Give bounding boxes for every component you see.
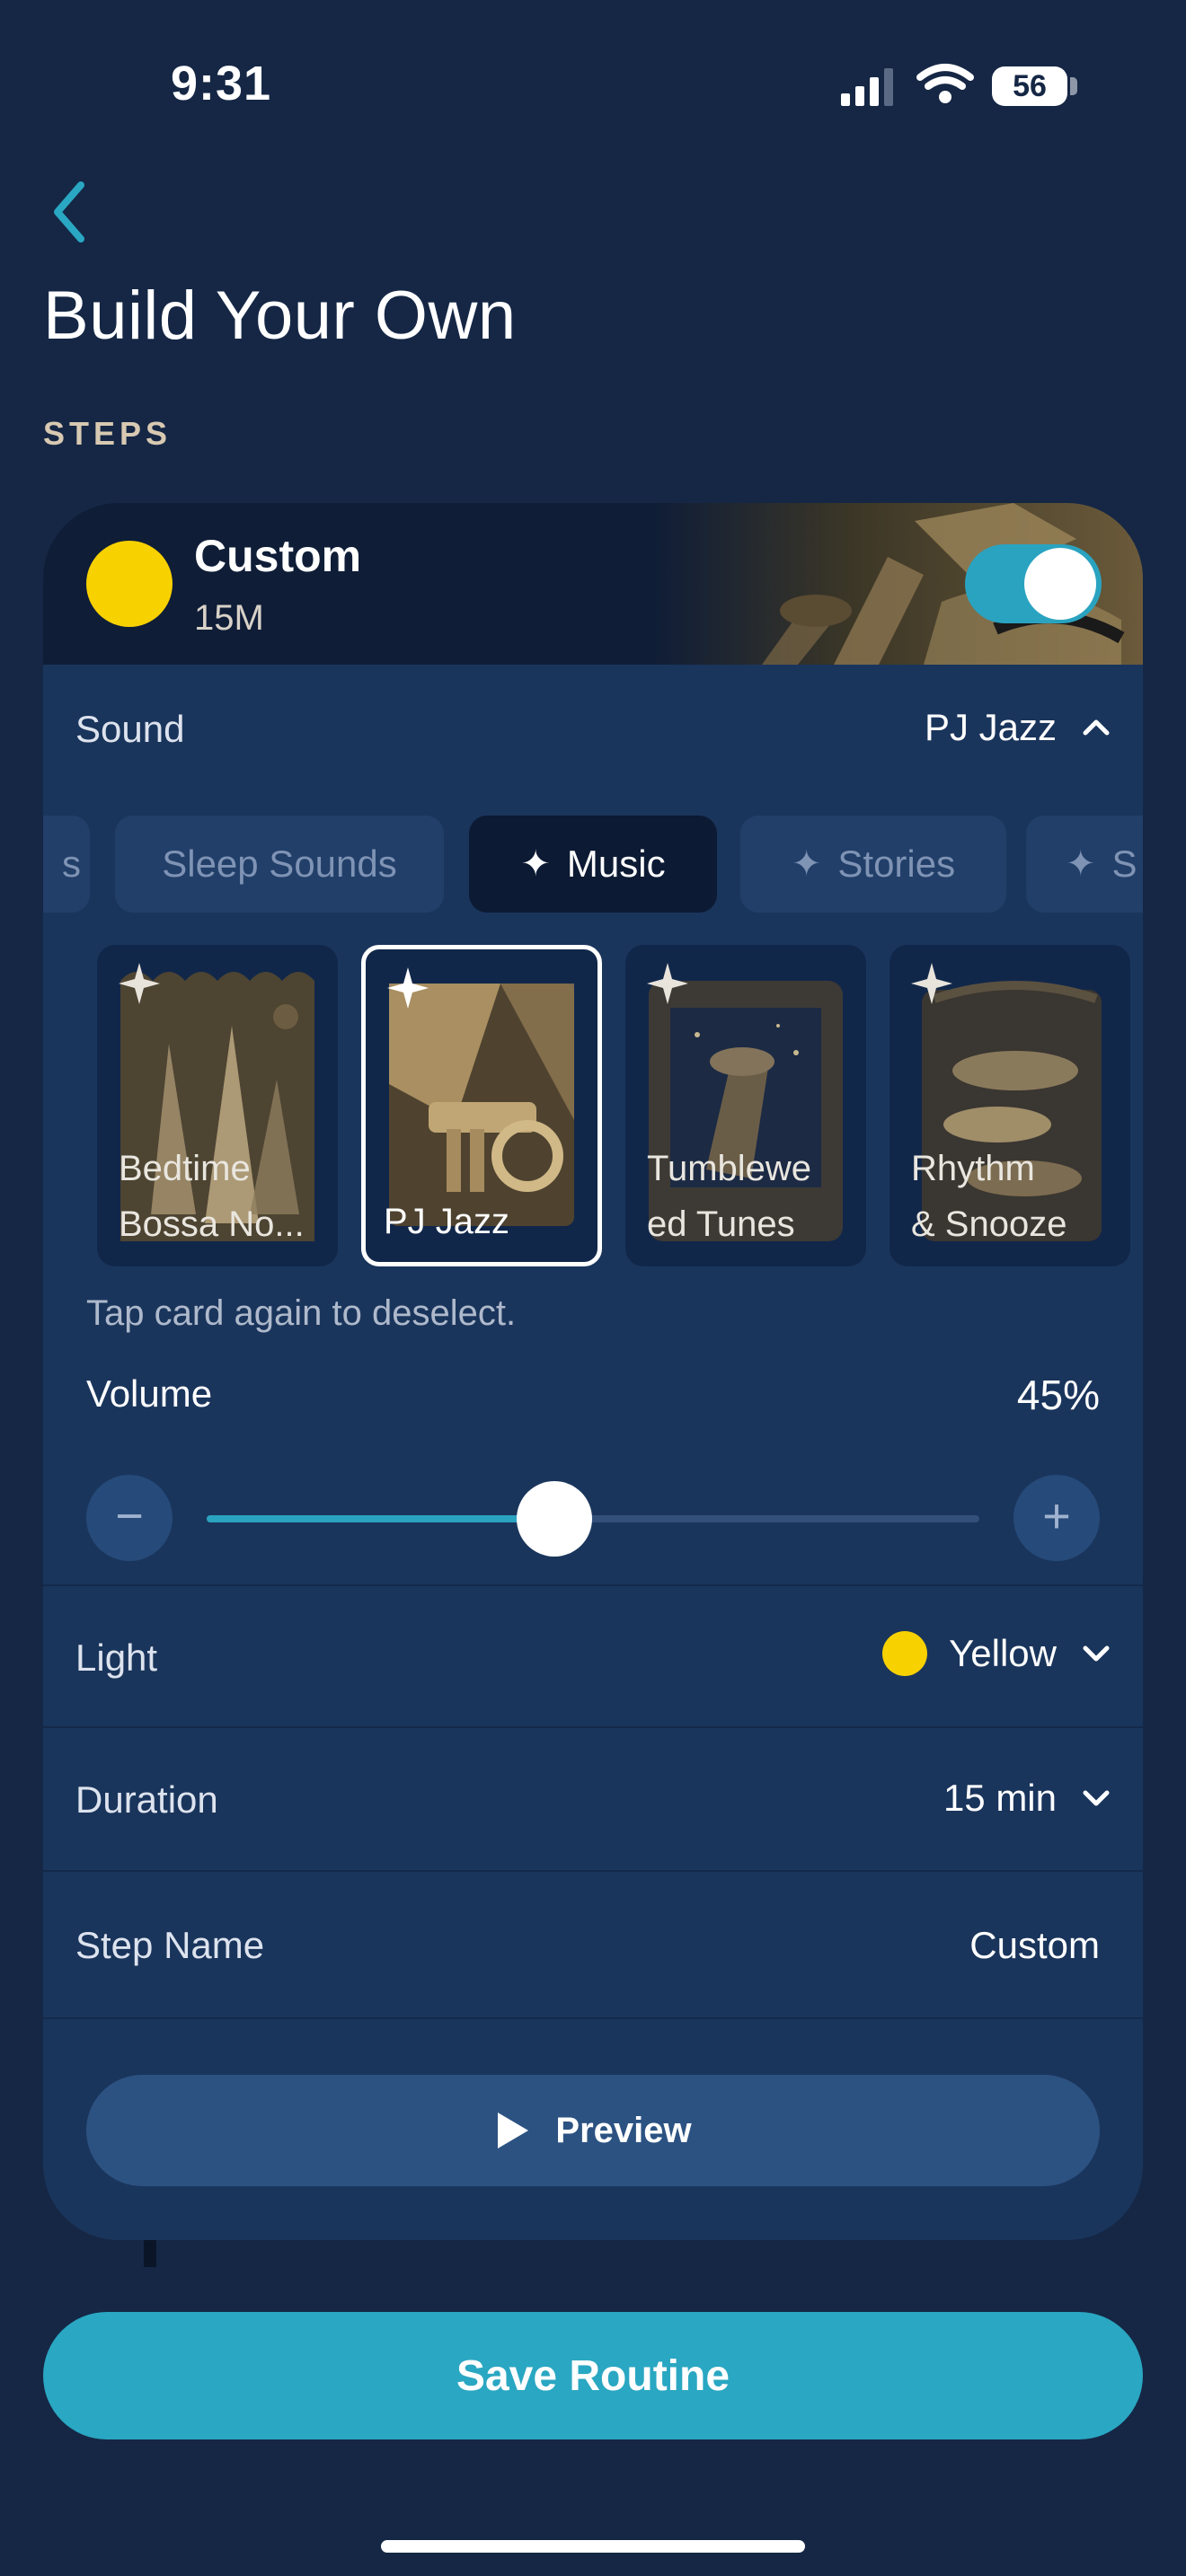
step-duration-short: 15M bbox=[194, 598, 264, 638]
section-label-steps: STEPS bbox=[43, 415, 173, 452]
play-icon bbox=[498, 2113, 529, 2148]
timeline-connector bbox=[144, 2240, 156, 2267]
duration-value: 15 min bbox=[943, 1777, 1057, 1819]
volume-value: 45% bbox=[1016, 1372, 1100, 1418]
chip-label: Music bbox=[566, 842, 666, 885]
category-chip-stories[interactable]: ✦ Stories bbox=[740, 816, 1006, 913]
sound-label: Sound bbox=[75, 708, 185, 750]
light-color-swatch bbox=[882, 1631, 928, 1676]
sparkle-icon bbox=[387, 967, 429, 1009]
volume-increase-button[interactable]: + bbox=[1013, 1475, 1100, 1561]
track-tile-pj-jazz[interactable]: PJ Jazz bbox=[361, 945, 602, 1266]
step-name-value[interactable]: Custom bbox=[969, 1924, 1100, 1967]
track-tile-tumbleweed-tunes[interactable]: Tumblewe ed Tunes bbox=[625, 945, 866, 1266]
category-chip-sleep-sounds[interactable]: Sleep Sounds bbox=[115, 816, 444, 913]
divider bbox=[43, 2017, 1143, 2019]
chevron-up-icon bbox=[1083, 719, 1110, 736]
save-routine-button[interactable]: Save Routine bbox=[43, 2312, 1143, 2439]
sparkle-icon bbox=[911, 963, 952, 1004]
back-button[interactable] bbox=[45, 176, 108, 248]
track-tile-bedtime-bossa-nova[interactable]: Bedtime Bossa No... bbox=[97, 945, 338, 1266]
divider bbox=[43, 1870, 1143, 1872]
battery-tip bbox=[1070, 77, 1077, 95]
chip-label: S bbox=[1111, 842, 1137, 885]
page-title: Build Your Own bbox=[43, 278, 517, 354]
sparkle-icon: ✦ bbox=[791, 844, 822, 884]
step-card: Custom 15M Sound PJ Jazz s Sleep Sounds … bbox=[43, 503, 1143, 2240]
chevron-down-icon bbox=[1083, 1790, 1110, 1806]
volume-slider-thumb[interactable] bbox=[517, 1481, 592, 1557]
step-title: Custom bbox=[194, 531, 362, 581]
light-value: Yellow bbox=[949, 1632, 1057, 1674]
light-selector[interactable]: Yellow bbox=[882, 1631, 1114, 1676]
volume-decrease-button[interactable]: − bbox=[86, 1475, 173, 1561]
volume-slider[interactable] bbox=[207, 1481, 979, 1557]
preview-button[interactable]: Preview bbox=[86, 2075, 1100, 2186]
status-time: 9:31 bbox=[171, 57, 272, 110]
sun-icon bbox=[86, 541, 173, 627]
category-chip-next[interactable]: ✦ S bbox=[1026, 816, 1143, 913]
step-name-label: Step Name bbox=[75, 1924, 265, 1966]
duration-label: Duration bbox=[75, 1778, 218, 1821]
chip-label: s bbox=[62, 842, 81, 885]
track-title: PJ Jazz bbox=[384, 1202, 510, 1241]
signal-wifi-icons bbox=[841, 64, 974, 106]
sound-selector[interactable]: PJ Jazz bbox=[925, 706, 1114, 749]
chevron-left-icon bbox=[54, 181, 84, 243]
status-icons: 56 bbox=[837, 63, 1080, 108]
divider bbox=[43, 1584, 1143, 1586]
sparkle-icon: ✦ bbox=[1066, 844, 1096, 884]
volume-slider-fill bbox=[207, 1515, 554, 1522]
sound-value: PJ Jazz bbox=[924, 706, 1057, 748]
track-title: Rhythm & Snooze bbox=[911, 1149, 1067, 1244]
track-title: Bedtime Bossa No... bbox=[119, 1149, 305, 1244]
chevron-down-icon bbox=[1083, 1645, 1110, 1662]
divider bbox=[43, 1726, 1143, 1728]
track-tile-rhythm-snooze[interactable]: Rhythm & Snooze bbox=[890, 945, 1130, 1266]
home-indicator bbox=[381, 2540, 805, 2553]
track-title: Tumblewe ed Tunes bbox=[647, 1149, 812, 1244]
battery-indicator: 56 bbox=[992, 66, 1067, 106]
duration-selector[interactable]: 15 min bbox=[943, 1777, 1114, 1820]
deselect-hint: Tap card again to deselect. bbox=[86, 1293, 517, 1333]
light-label: Light bbox=[75, 1636, 158, 1679]
preview-label: Preview bbox=[555, 2110, 692, 2150]
chip-label: Sleep Sounds bbox=[162, 842, 397, 885]
sparkle-icon bbox=[119, 963, 160, 1004]
step-enabled-toggle[interactable] bbox=[965, 544, 1102, 623]
sparkle-icon: ✦ bbox=[520, 844, 551, 884]
chip-label: Stories bbox=[837, 842, 956, 885]
category-chip-music[interactable]: ✦ Music bbox=[469, 816, 717, 913]
sparkle-icon bbox=[647, 963, 688, 1004]
category-chip-previous[interactable]: s bbox=[43, 816, 90, 913]
toggle-knob bbox=[1024, 548, 1096, 620]
volume-label: Volume bbox=[86, 1372, 213, 1415]
step-card-header[interactable]: Custom 15M bbox=[43, 503, 1143, 665]
